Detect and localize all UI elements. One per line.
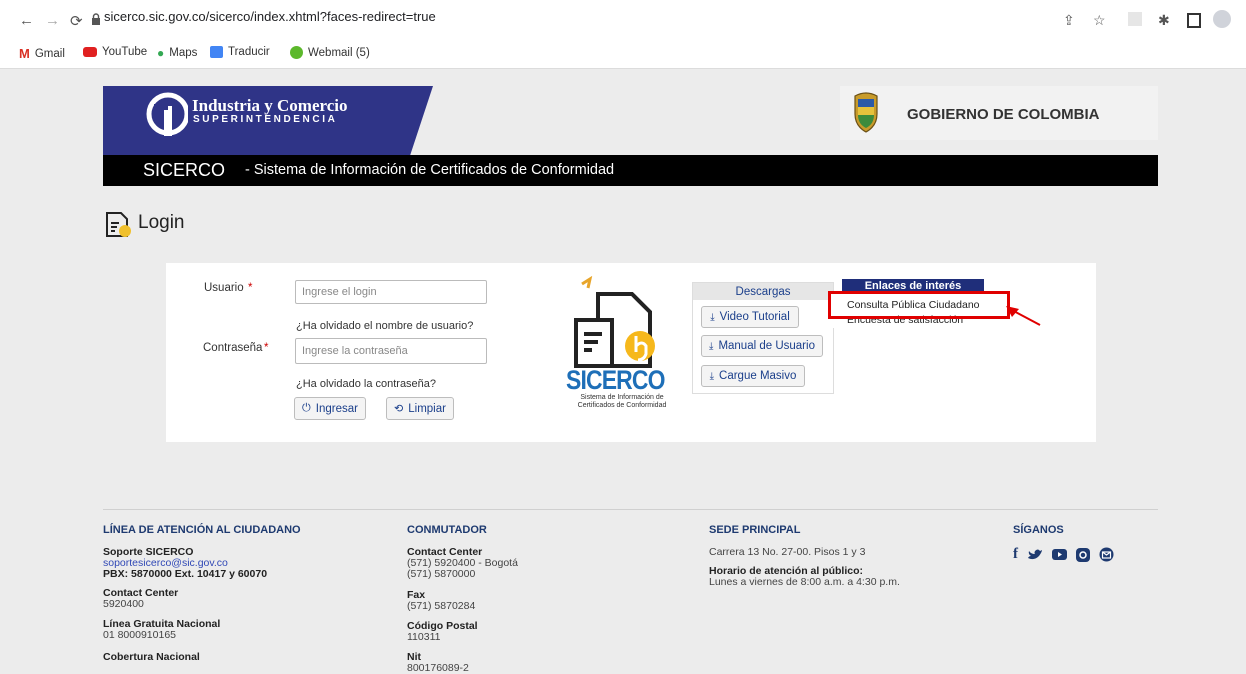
system-name: SICERCO [143,160,226,180]
forgot-password-link[interactable]: ¿Ha olvidado la contraseña? [296,378,436,390]
footer-col-atencion: LÍNEA DE ATENCIÓN AL CIUDADANO Soporte S… [103,524,363,663]
puzzle-icon[interactable]: ✱ [1158,12,1170,29]
password-input[interactable]: Ingrese la contraseña [295,338,487,364]
footer-pbx: PBX: 5870000 Ext. 10417 y 60070 [103,568,268,580]
star-icon[interactable]: ☆ [1093,12,1106,29]
lock-icon [92,13,100,25]
cargue-masivo-button[interactable]: ⤓ Cargue Masivo [701,365,805,387]
limpiar-button[interactable]: ⟲ Limpiar [386,397,454,420]
gmail-icon: M [19,46,30,61]
download-icon: ⤓ [709,370,715,382]
youtube-icon [83,47,97,57]
sicerco-logo-text: SICERCO [566,365,665,395]
manual-usuario-button[interactable]: ⤓ Manual de Usuario [701,335,823,357]
bookmark-maps[interactable]: ● Maps [157,46,197,60]
footer-lgn-value: 01 8000910165 [103,629,176,641]
reload-icon[interactable]: ⟳ [70,12,83,30]
footer-title: SEDE PRINCIPAL [709,524,801,536]
user-label: Usuario [204,282,244,294]
footer-divider [103,509,1158,510]
bookmark-gmail[interactable]: M Gmail [19,46,65,61]
extension-icon[interactable] [1128,12,1142,26]
instagram-icon[interactable] [1076,547,1090,562]
twitter-icon[interactable] [1027,548,1043,561]
footer-hours-value: Lunes a viernes de 8:00 a.m. a 4:30 p.m. [709,576,900,588]
downloads-title: Descargas [693,283,833,300]
footer-title: LÍNEA DE ATENCIÓN AL CIUDADANO [103,524,301,536]
login-document-icon [106,212,131,237]
download-icon: ⤓ [710,311,715,323]
webmail-icon [290,46,303,59]
footer-cc-line2: (571) 5870000 [407,568,476,580]
maps-pin-icon: ● [157,46,165,60]
footer-cp-value: 110311 [407,631,441,643]
share-icon[interactable]: ⇪ [1063,12,1075,29]
required-mark: * [248,282,253,294]
footer-fax-value: (571) 5870284 [407,600,476,612]
footer-cobertura: Cobertura Nacional [103,651,200,663]
video-tutorial-button[interactable]: ⤓ Video Tutorial [701,306,799,328]
colombia-shield-icon [854,92,878,133]
logo-subtitle-1: Sistema de Información de [580,394,664,401]
brand-line2: SUPERINTENDENCIA [193,114,338,125]
gov-title: GOBIERNO DE COLOMBIA [907,106,1100,123]
bookmark-youtube[interactable]: YouTube [83,46,147,58]
bookmark-webmail[interactable]: Webmail (5) [290,46,370,59]
bookmark-traducir[interactable]: Traducir [210,46,270,58]
address-bar[interactable]: sicerco.sic.gov.co/sicerco/index.xhtml?f… [104,9,436,24]
download-icon: ⤓ [709,340,714,352]
sic-logo-icon [146,92,188,136]
footer-cp-label: Código Postal [407,620,478,632]
footer-nit-value: 800176089-2 [407,662,469,674]
password-label: Contraseña [203,342,263,354]
footer-col-sede: SEDE PRINCIPAL Carrera 13 No. 27-00. Pis… [709,524,989,588]
footer-title: SÍGANOS [1013,524,1064,536]
footer-title: CONMUTADOR [407,524,487,536]
footer-address: Carrera 13 No. 27-00. Pisos 1 y 3 [709,546,866,558]
profile-avatar[interactable] [1213,10,1231,28]
logo-subtitle-2: Certificados de Conformidad [577,402,667,409]
brand-line1: Industria y Comercio [192,96,348,115]
system-description: - Sistema de Información de Certificados… [245,162,615,178]
highlight-box [828,291,1010,319]
ingresar-button[interactable]: ⏻ Ingresar [294,397,366,420]
browser-chrome: ← → ⟳ sicerco.sic.gov.co/sicerco/index.x… [0,0,1246,69]
facebook-icon[interactable]: f [1013,546,1018,563]
sidepanel-icon[interactable] [1187,13,1201,28]
username-input[interactable]: Ingrese el login [295,280,487,304]
red-arrow-icon [1006,306,1041,326]
required-mark: * [264,342,269,354]
forward-arrow-icon[interactable]: → [45,12,60,29]
page-title: Login [138,212,185,233]
back-arrow-icon[interactable]: ← [19,12,34,29]
sicerco-logo-icon [574,276,655,368]
footer-cc-value: 5920400 [103,598,144,610]
footer-col-siganos: SÍGANOS f [1013,524,1153,563]
footer-col-conmutador: CONMUTADOR Contact Center (571) 5920400 … [407,524,647,674]
email-icon[interactable] [1099,547,1114,562]
power-icon: ⏻ [302,402,311,414]
refresh-icon: ⟲ [394,403,404,415]
youtube-icon[interactable] [1052,548,1067,561]
forgot-username-link[interactable]: ¿Ha olvidado el nombre de usuario? [296,320,473,332]
system-title-bar: SICERCO - Sistema de Información de Cert… [103,155,1158,186]
translate-icon [210,46,223,58]
